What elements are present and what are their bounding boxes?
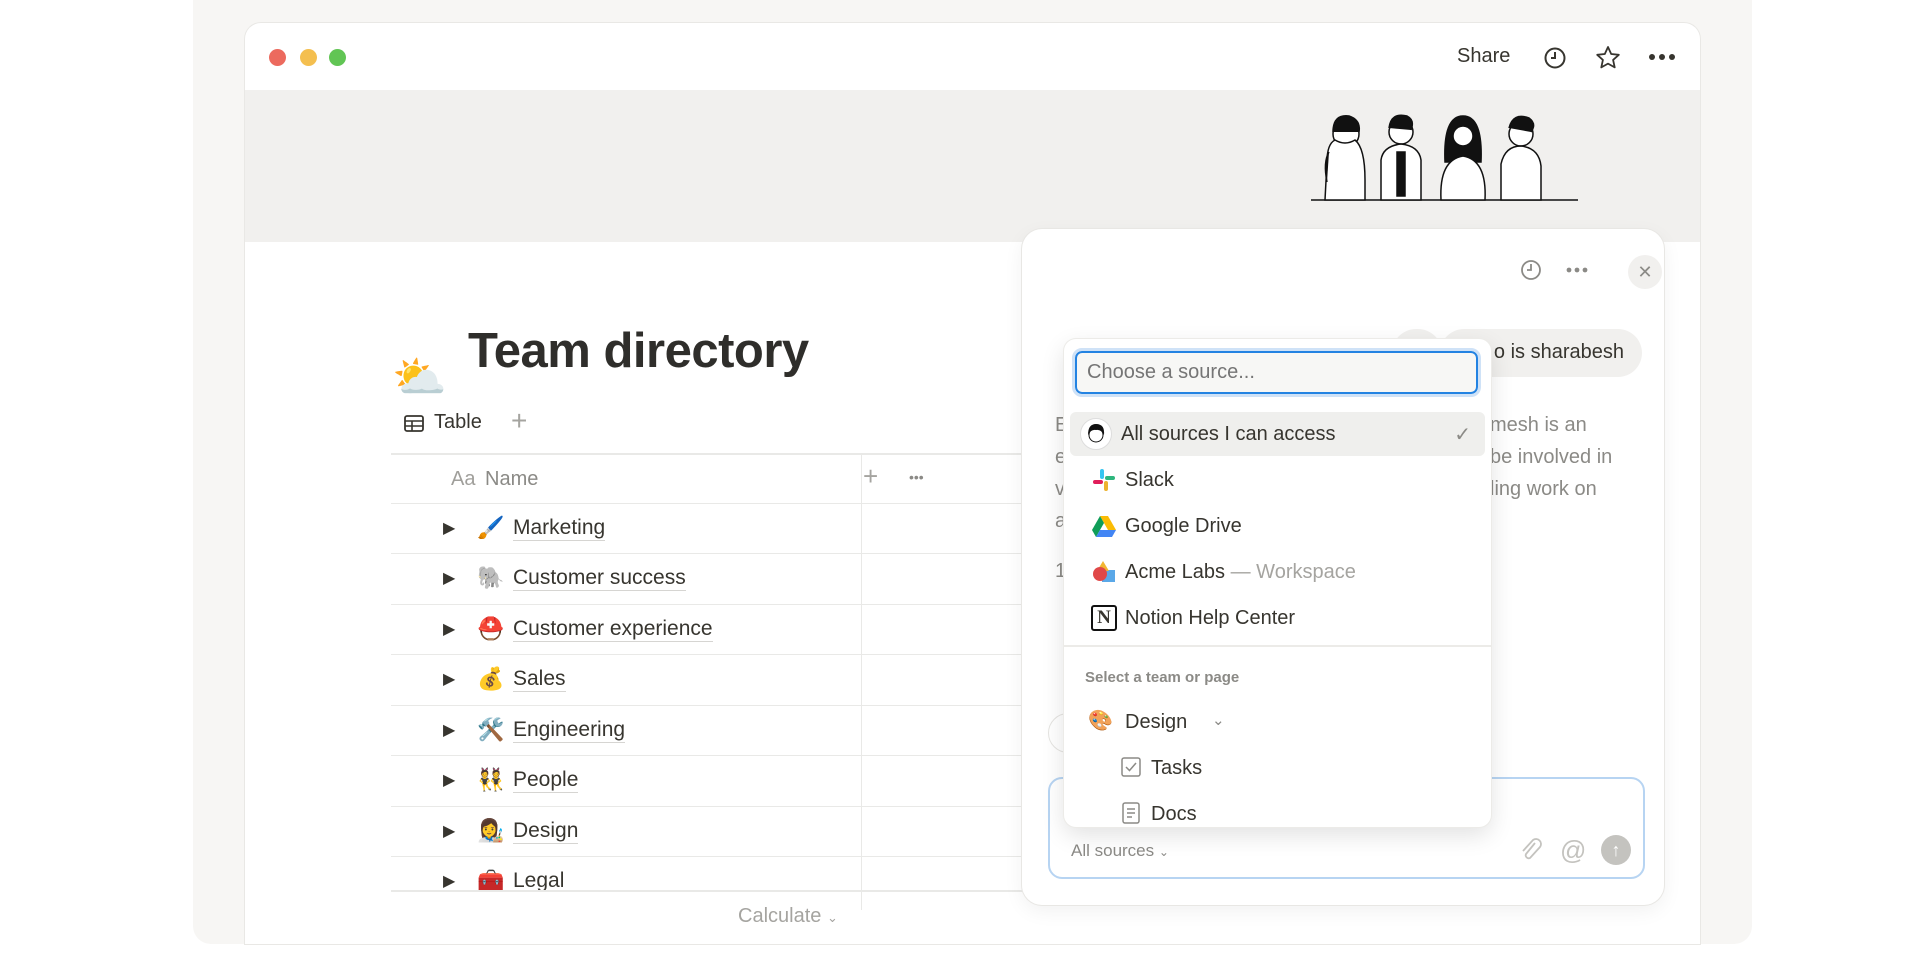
team-illustration — [1311, 114, 1578, 201]
expand-toggle-icon[interactable]: ▶ — [443, 619, 455, 639]
sources-label: All sources — [1071, 841, 1155, 860]
row-name[interactable]: Customer success — [513, 566, 686, 591]
source-item-all[interactable]: All sources I can access ✓ — [1070, 412, 1485, 456]
row-icon: 🖌️ — [477, 515, 505, 540]
palette-icon: 🎨 — [1088, 710, 1113, 732]
source-suffix: — Workspace — [1230, 561, 1356, 583]
row-icon: ⛑️ — [477, 616, 505, 641]
row-icon: 👯 — [477, 767, 505, 792]
more-icon[interactable] — [1566, 267, 1588, 273]
source-item-slack[interactable]: Slack — [1070, 458, 1485, 502]
row-name[interactable]: Customer experience — [513, 617, 713, 642]
row-name[interactable]: Engineering — [513, 718, 626, 743]
column-more-button[interactable]: ••• — [909, 469, 924, 485]
star-icon[interactable] — [1595, 45, 1621, 71]
calculate-label: Calculate — [738, 905, 822, 927]
page-item-tasks[interactable]: Tasks — [1070, 746, 1485, 790]
row-name[interactable]: Marketing — [513, 516, 606, 541]
google-drive-icon — [1092, 516, 1116, 537]
team-item-design[interactable]: 🎨 Design ⌄ — [1070, 700, 1485, 744]
expand-toggle-icon[interactable]: ▶ — [443, 770, 455, 790]
mention-icon[interactable]: @ — [1560, 835, 1586, 866]
send-button[interactable]: ↑ — [1601, 835, 1631, 865]
minimize-window-button[interactable] — [300, 49, 317, 66]
page-title[interactable]: Team directory — [468, 323, 809, 379]
expand-toggle-icon[interactable]: ▶ — [443, 568, 455, 588]
sources-selector[interactable]: All sources ⌄ — [1071, 841, 1169, 861]
more-icon[interactable] — [1648, 53, 1676, 61]
source-search-input[interactable] — [1072, 348, 1481, 397]
source-label: Acme Labs — Workspace — [1125, 561, 1356, 584]
user-message-text: o is sharabesh — [1493, 341, 1624, 363]
history-icon[interactable] — [1520, 259, 1542, 281]
row-name[interactable]: Sales — [513, 667, 566, 692]
expand-toggle-icon[interactable]: ▶ — [443, 518, 455, 538]
expand-toggle-icon[interactable]: ▶ — [443, 821, 455, 841]
ai-response: mesh is an be involved in ling work on — [1490, 409, 1612, 505]
chevron-down-icon: ⌄ — [1158, 845, 1169, 859]
page-label: Docs — [1151, 803, 1197, 825]
slack-icon — [1093, 469, 1115, 491]
page-icon[interactable]: ⛅ — [392, 351, 447, 403]
source-item-notion-help[interactable]: N Notion Help Center — [1070, 596, 1485, 640]
row-icon: 🐘 — [477, 565, 505, 590]
history-icon[interactable] — [1543, 46, 1567, 70]
row-icon: 💰 — [477, 666, 505, 691]
maximize-window-button[interactable] — [329, 49, 346, 66]
expand-toggle-icon[interactable]: ▶ — [443, 871, 455, 890]
source-menu: All sources I can access ✓ Slack Google … — [1064, 339, 1491, 827]
tab-label: Table — [434, 411, 482, 433]
expand-toggle-icon[interactable]: ▶ — [443, 669, 455, 689]
team-label: Design — [1125, 711, 1188, 733]
section-label: Select a team or page — [1085, 669, 1240, 686]
notion-icon: N — [1091, 605, 1117, 631]
source-label: Google Drive — [1125, 515, 1242, 537]
avatar-icon — [1080, 418, 1112, 450]
source-label: Notion Help Center — [1125, 607, 1296, 629]
table-icon — [404, 415, 424, 432]
close-panel-button[interactable]: ✕ — [1628, 255, 1662, 289]
source-name: Acme Labs — [1125, 561, 1226, 583]
name-column-header[interactable]: Name — [485, 468, 538, 491]
add-view-button[interactable]: + — [511, 405, 527, 437]
response-line: be involved in — [1490, 446, 1613, 468]
page-item-docs[interactable]: Docs — [1070, 792, 1485, 827]
divider — [1064, 645, 1491, 647]
source-label: All sources I can access — [1121, 423, 1336, 445]
expand-toggle-icon[interactable]: ▶ — [443, 720, 455, 740]
chevron-down-icon[interactable]: ⌄ — [1212, 711, 1225, 729]
source-label: Slack — [1125, 469, 1174, 491]
add-column-button[interactable]: + — [863, 461, 878, 492]
row-name[interactable]: People — [513, 768, 579, 793]
share-button[interactable]: Share — [1457, 45, 1510, 68]
row-icon: 🧰 — [477, 868, 505, 890]
text-type-icon: Aa — [451, 468, 476, 490]
row-icon: 👩‍🎨 — [477, 818, 505, 843]
row-name[interactable]: Legal — [513, 869, 564, 890]
row-name[interactable]: Design — [513, 819, 579, 844]
row-icon: 🛠️ — [477, 717, 505, 742]
response-line: ling work on — [1490, 478, 1597, 500]
source-item-google-drive[interactable]: Google Drive — [1070, 504, 1485, 548]
response-line: mesh is an — [1490, 414, 1587, 436]
document-icon — [1122, 802, 1140, 824]
chevron-down-icon: ⌄ — [826, 910, 838, 925]
source-item-acme-labs[interactable]: Acme Labs — Workspace — [1070, 550, 1485, 594]
calculate-button[interactable]: Calculate ⌄ — [738, 905, 838, 928]
acme-icon — [1093, 561, 1115, 582]
page-cover — [245, 90, 1700, 242]
paperclip-icon[interactable] — [1518, 837, 1542, 863]
close-window-button[interactable] — [269, 49, 286, 66]
checkbox-icon — [1121, 757, 1141, 777]
checkmark-icon: ✓ — [1454, 424, 1471, 446]
page-label: Tasks — [1151, 757, 1203, 779]
